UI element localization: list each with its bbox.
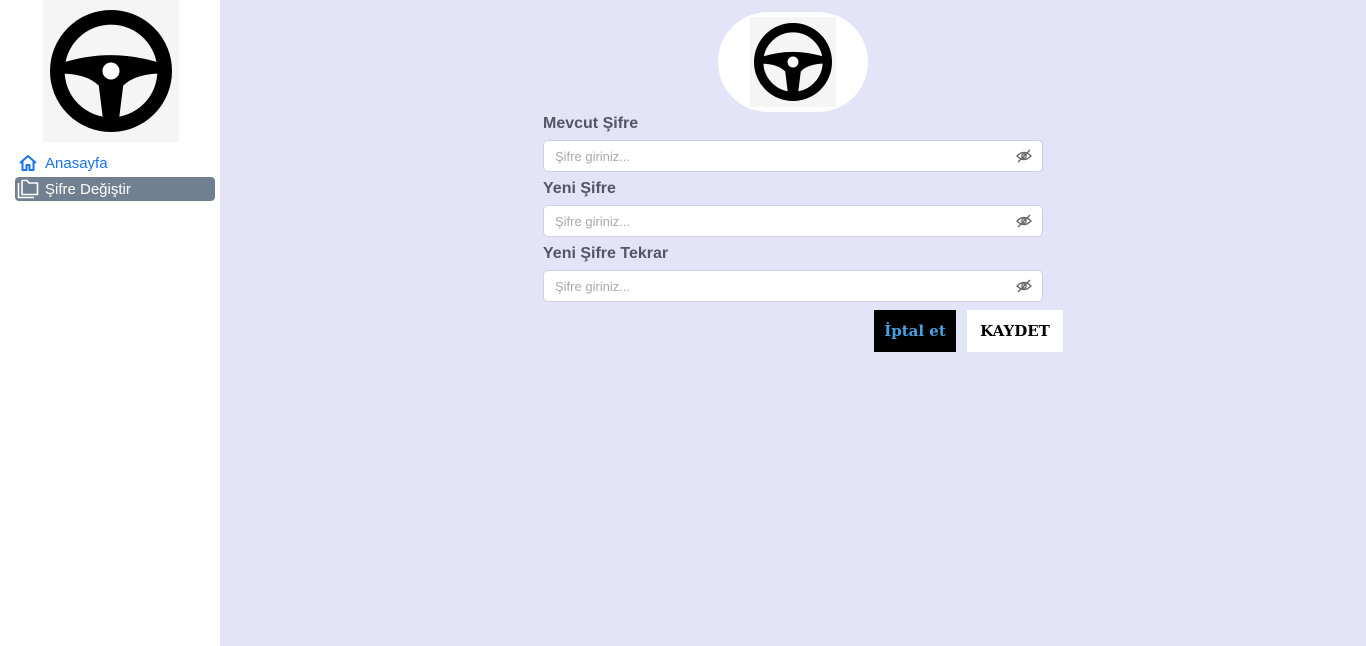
folders-icon — [15, 177, 41, 201]
confirm-password-field — [543, 270, 1043, 302]
sidebar-item-label: Anasayfa — [45, 154, 108, 172]
home-icon — [15, 151, 41, 175]
main-content: Mevcut Şifre Yeni Şifre Yeni Şifre Tekra… — [220, 0, 1366, 646]
header-logo-frame — [750, 17, 836, 107]
steering-wheel-icon — [50, 10, 172, 132]
current-password-input[interactable] — [544, 141, 1004, 171]
steering-wheel-icon — [754, 23, 832, 101]
confirm-password-input[interactable] — [544, 271, 1004, 301]
sidebar-logo — [43, 0, 179, 142]
sidebar-item-home[interactable]: Anasayfa — [15, 151, 215, 175]
eye-slash-icon[interactable] — [1016, 279, 1032, 293]
eye-slash-icon[interactable] — [1016, 214, 1032, 228]
save-button[interactable]: KAYDET — [967, 310, 1063, 352]
current-password-field — [543, 140, 1043, 172]
header-logo — [718, 12, 868, 112]
confirm-password-label: Yeni Şifre Tekrar — [543, 245, 669, 262]
sidebar: Anasayfa Şifre Değiştir — [0, 0, 220, 646]
new-password-input[interactable] — [544, 206, 1004, 236]
cancel-button[interactable]: İptal et — [874, 310, 956, 352]
sidebar-item-label: Şifre Değiştir — [45, 180, 131, 198]
sidebar-item-change-password[interactable]: Şifre Değiştir — [15, 177, 215, 201]
new-password-label: Yeni Şifre — [543, 180, 616, 197]
current-password-label: Mevcut Şifre — [543, 115, 639, 132]
eye-slash-icon[interactable] — [1016, 149, 1032, 163]
new-password-field — [543, 205, 1043, 237]
